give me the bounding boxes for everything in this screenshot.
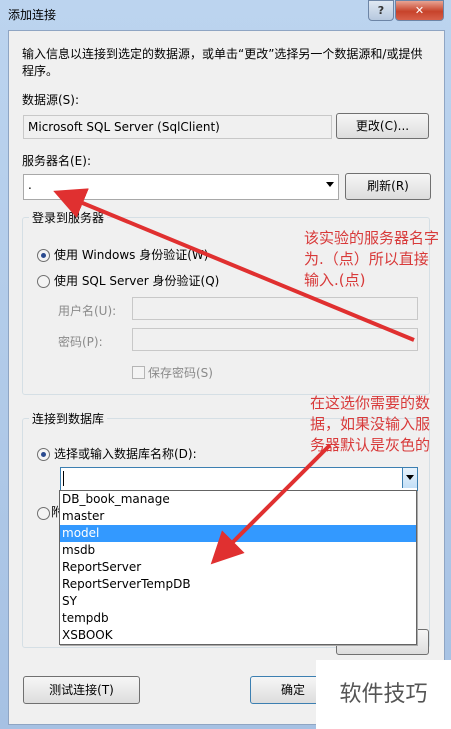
list-item[interactable]: DB_book_manage [60, 491, 416, 508]
attach-file-radio[interactable] [37, 507, 50, 520]
select-database-radio[interactable] [37, 448, 50, 461]
dropdown-button[interactable] [402, 468, 417, 488]
list-item-selected[interactable]: model [60, 525, 416, 542]
window-title: 添加连接 [8, 8, 57, 22]
text-caret [63, 471, 64, 486]
username-field[interactable] [132, 297, 418, 320]
close-button[interactable]: ✕ [395, 0, 444, 21]
sql-auth-label[interactable]: 使用 SQL Server 身份验证(Q) [54, 272, 219, 289]
dialog-window: 添加连接 ? ✕ 输入信息以连接到选定的数据源，或单击“更改”选择另一个数据源和… [0, 0, 451, 729]
select-database-label[interactable]: 选择或输入数据库名称(D): [54, 445, 197, 462]
server-combo[interactable]: . [23, 174, 339, 200]
annotation-line: 为.（点）所以直接 [304, 250, 429, 268]
database-annotation: 在这选你需要的数 据，如果没输入服 务器默认是灰色的 [310, 393, 451, 456]
annotation-line: 该实验的服务器名字 [304, 229, 440, 247]
server-value: . [28, 178, 32, 192]
list-item[interactable]: SY [60, 593, 416, 610]
list-item[interactable]: master [60, 508, 416, 525]
intro-text: 输入信息以连接到选定的数据源，或单击“更改”选择另一个数据源和/或提供程序。 [22, 47, 423, 78]
sql-auth-radio[interactable] [37, 275, 50, 288]
annotation-line: 在这选你需要的数 [310, 394, 431, 412]
password-field[interactable] [132, 328, 418, 351]
windows-auth-label[interactable]: 使用 Windows 身份验证(W) [54, 246, 208, 263]
datasource-field: Microsoft SQL Server (SqlClient) [23, 115, 332, 139]
username-label: 用户名(U): [58, 304, 117, 318]
server-label: 服务器名(E): [22, 154, 91, 168]
list-item[interactable]: tempdb [60, 610, 416, 627]
close-icon: ✕ [414, 4, 425, 17]
change-button[interactable]: 更改(C)... [336, 113, 429, 139]
list-item[interactable]: ReportServer [60, 559, 416, 576]
save-password-checkbox[interactable] [132, 366, 145, 379]
windows-auth-radio[interactable] [37, 249, 50, 262]
list-item[interactable]: msdb [60, 542, 416, 559]
list-item[interactable]: XSBOOK [60, 627, 416, 644]
help-button[interactable]: ? [368, 0, 394, 21]
chevron-down-icon[interactable] [326, 182, 334, 187]
server-annotation: 该实验的服务器名字 为.（点）所以直接 输入.(点) [304, 228, 451, 291]
chevron-down-icon [406, 475, 414, 480]
login-group-title: 登录到服务器 [29, 209, 108, 226]
test-connection-button[interactable]: 测试连接(T) [23, 676, 140, 704]
database-dropdown-list[interactable]: DB_book_manage master model msdb ReportS… [59, 490, 417, 645]
title-bar[interactable]: 添加连接 ? ✕ [0, 0, 451, 28]
save-password-label: 保存密码(S) [148, 366, 213, 380]
watermark-logo: 软件技巧 [316, 660, 451, 729]
database-group-title: 连接到数据库 [29, 410, 108, 427]
annotation-line: 据，如果没输入服 [310, 415, 431, 433]
password-label: 密码(P): [58, 335, 103, 349]
question-icon: ? [377, 4, 385, 17]
list-item[interactable]: ReportServerTempDB [60, 576, 416, 593]
annotation-line: 输入.(点) [304, 271, 366, 289]
database-combo[interactable] [60, 467, 418, 491]
refresh-button[interactable]: 刷新(R) [345, 173, 431, 200]
datasource-label: 数据源(S): [22, 93, 80, 107]
annotation-line: 务器默认是灰色的 [310, 436, 431, 454]
